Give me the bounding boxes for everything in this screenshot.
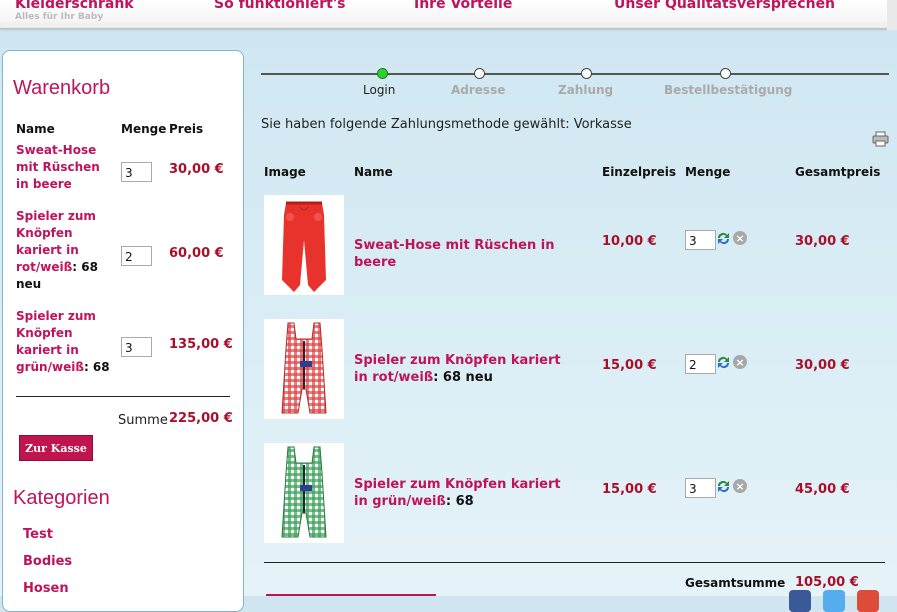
qty-input[interactable]: 3 (685, 478, 716, 498)
row-total: 30,00 € (795, 358, 850, 373)
top-navigation: Kleiderschrank Alles für Ihr Baby So fun… (0, 0, 887, 29)
cart-qty-input[interactable]: 3 (121, 337, 152, 357)
cart-header-name: Name (16, 122, 55, 136)
refresh-icon[interactable] (716, 355, 731, 370)
product-variant: : 68 (445, 494, 474, 509)
grand-total-label: Gesamtsumme (685, 576, 786, 590)
cart-item-title[interactable]: Sweat-Hose mit Rüschen in beere (16, 143, 100, 191)
categories-title: Kategorien (13, 487, 110, 509)
step-adresse: Adresse (451, 83, 506, 97)
progress-line (261, 73, 889, 75)
cart-divider (16, 396, 230, 397)
step-dot-login (377, 68, 388, 79)
row-total: 45,00 € (795, 482, 850, 497)
product-variant: : 68 neu (433, 370, 493, 385)
col-header-total: Gesamtpreis (795, 165, 881, 179)
unit-price: 15,00 € (602, 358, 657, 373)
col-header-unit-price: Einzelpreis (602, 165, 676, 179)
product-image-spieler-gruen[interactable] (264, 443, 344, 543)
step-bestaetigung: Bestellbestätigung (664, 83, 793, 97)
step-dot-adresse (474, 68, 485, 79)
unit-price: 15,00 € (602, 482, 657, 497)
google-plus-icon[interactable] (857, 590, 879, 612)
step-dot-bestaetigung (720, 68, 731, 79)
step-zahlung: Zahlung (558, 83, 614, 97)
grand-total-value: 105,00 € (795, 575, 859, 590)
printer-icon[interactable] (872, 131, 889, 147)
nav-so-funktionierts-link[interactable]: So funktioniert's (214, 0, 346, 12)
unit-price: 10,00 € (602, 234, 657, 249)
nav-ihre-vorteile-link[interactable]: Ihre Vorteile (414, 0, 512, 12)
product-image-sweat-hose[interactable] (264, 195, 344, 295)
checkout-button[interactable]: Zur Kasse (19, 435, 93, 461)
nav-qualitaetsversprechen-link[interactable]: Unser Qualitätsversprechen (614, 0, 835, 12)
table-divider (264, 562, 885, 563)
product-title[interactable]: Sweat-Hose mit Rüschen in beere (354, 238, 554, 270)
cart-header-price: Preis (169, 122, 204, 136)
cart-header-qty: Menge (121, 122, 167, 136)
remove-icon[interactable]: × (733, 355, 747, 369)
col-header-qty: Menge (685, 165, 731, 179)
product-name-link[interactable]: Spieler zum Knöpfen kariert in rot/weiß:… (354, 352, 564, 386)
cart-item-variant: : 68 (83, 360, 110, 374)
logo-tagline: Alles für Ihr Baby (15, 12, 104, 22)
qty-input[interactable]: 3 (685, 230, 716, 250)
category-hosen-link[interactable]: Hosen (23, 581, 69, 596)
category-test-link[interactable]: Test (23, 527, 53, 542)
cart-qty-input[interactable]: 2 (121, 246, 152, 266)
product-image-spieler-rot[interactable] (264, 319, 344, 419)
cart-item-price: 30,00 € (169, 162, 224, 177)
cart-item-price: 60,00 € (169, 246, 224, 261)
refresh-icon[interactable] (716, 231, 731, 246)
product-name-link[interactable]: Spieler zum Knöpfen kariert in grün/weiß… (354, 476, 564, 510)
facebook-icon[interactable] (789, 590, 811, 612)
refresh-icon[interactable] (716, 479, 731, 494)
remove-icon[interactable]: × (733, 479, 747, 493)
twitter-icon[interactable] (823, 590, 845, 612)
cart-qty-input[interactable]: 3 (121, 162, 152, 182)
product-name-link[interactable]: Sweat-Hose mit Rüschen in beere (354, 237, 564, 271)
row-total: 30,00 € (795, 234, 850, 249)
cart-sum-label: Summe (118, 413, 168, 428)
cart-title: Warenkorb (13, 77, 111, 99)
window-edge (887, 0, 897, 30)
cart-sum-value: 225,00 € (169, 411, 233, 426)
cart-item-name[interactable]: Spieler zum Knöpfen kariert in grün/weiß… (16, 308, 116, 376)
cart-item-name[interactable]: Sweat-Hose mit Rüschen in beere (16, 142, 116, 193)
qty-input[interactable]: 2 (685, 354, 716, 374)
cart-item-name[interactable]: Spieler zum Knöpfen kariert in rot/weiß:… (16, 208, 116, 293)
payment-method-text: Sie haben folgende Zahlungsmethode gewäh… (261, 117, 632, 132)
nav-kleiderschrank-link[interactable]: Kleiderschrank (15, 0, 134, 12)
cart-item-price: 135,00 € (169, 337, 233, 352)
col-header-image: Image (264, 165, 306, 179)
step-dot-zahlung (581, 68, 592, 79)
remove-icon[interactable]: × (733, 231, 747, 245)
sidebar: Warenkorb Name Menge Preis Sweat-Hose mi… (2, 50, 244, 612)
category-bodies-link[interactable]: Bodies (23, 554, 72, 569)
step-login: Login (363, 83, 396, 97)
col-header-name: Name (354, 165, 393, 179)
